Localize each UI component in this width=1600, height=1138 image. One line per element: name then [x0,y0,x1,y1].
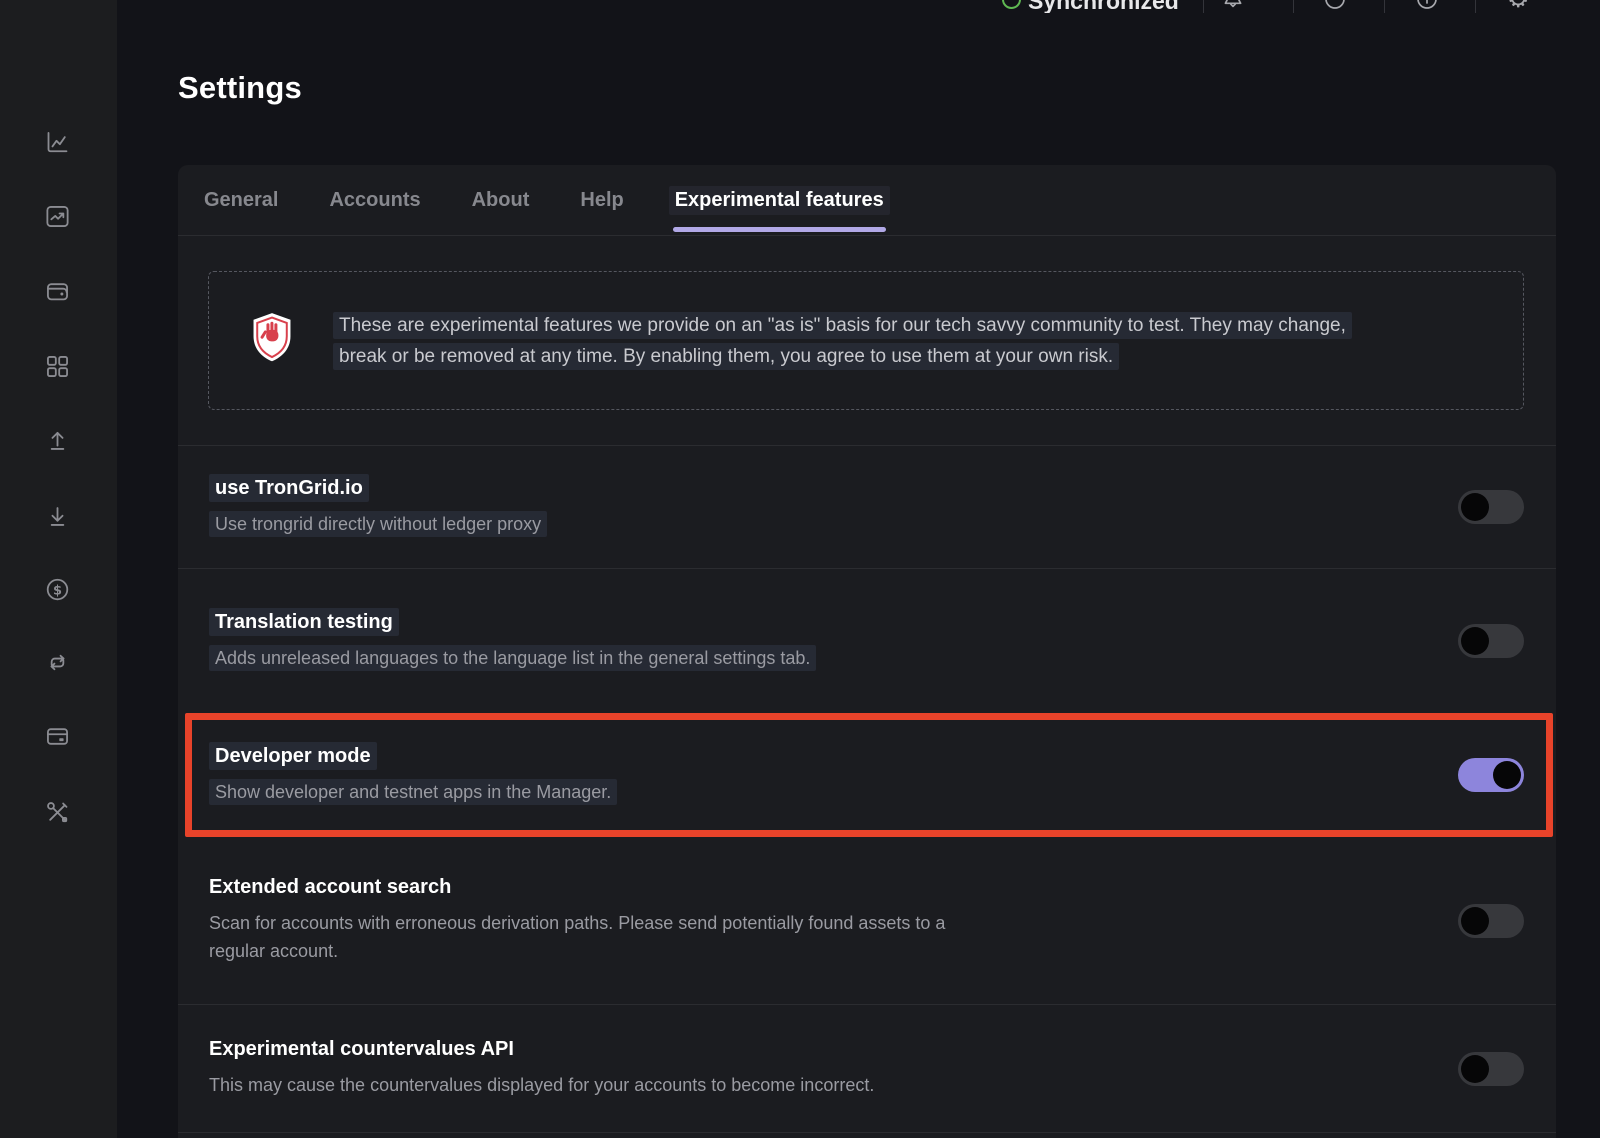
market-trend-icon[interactable] [44,203,71,230]
feature-description: This may cause the countervalues display… [209,1071,874,1099]
settings-card: General Accounts About Help Experimental… [178,165,1556,1138]
sync-status-label: Synchronized [1028,0,1179,13]
tab-experimental-features[interactable]: Experimental features [675,165,884,235]
receive-icon[interactable] [44,503,71,530]
warning-box: These are experimental features we provi… [208,271,1524,410]
topbar-divider [1203,0,1204,13]
settings-gear-icon[interactable]: ⚙ [1507,0,1531,11]
feature-title: Developer mode [209,745,617,768]
sync-check-icon [1002,0,1021,9]
tab-help[interactable]: Help [580,165,623,235]
buy-sell-dollar-icon[interactable]: $ [44,576,71,603]
developer-mode-toggle[interactable] [1458,758,1524,792]
row-text: Developer mode Show developer and testne… [209,745,617,806]
tab-general[interactable]: General [204,165,278,235]
wallet-icon[interactable] [44,278,71,305]
page-title: Settings [178,70,302,106]
feature-row-countervalues-api: Experimental countervalues API This may … [178,1004,1556,1133]
feature-row-developer-mode: Developer mode Show developer and testne… [192,720,1546,830]
sidebar: $ [0,0,117,1138]
extended-account-search-toggle[interactable] [1458,904,1524,938]
bell-icon[interactable] [1221,0,1245,11]
feature-title: Extended account search [209,876,989,899]
developer-mode-highlight-outline: Developer mode Show developer and testne… [185,713,1553,837]
feature-row-translation-testing: Translation testing Adds unreleased lang… [178,568,1556,713]
warning-text: These are experimental features we provi… [333,310,1373,372]
swap-icon[interactable] [44,649,71,676]
info-circle-icon[interactable] [1415,0,1439,11]
topbar-divider [1293,0,1294,13]
portfolio-chart-icon[interactable] [44,129,71,156]
feature-title: Translation testing [209,611,816,634]
topbar-divider [1475,0,1476,13]
toggle-knob [1493,761,1521,789]
topbar: Synchronized ⚙ [117,0,1600,13]
feature-description: Show developer and testnet apps in the M… [209,778,617,806]
main-area: Synchronized ⚙ Settings Ge [117,0,1600,1138]
row-text: Translation testing Adds unreleased lang… [209,611,816,672]
row-text: Extended account search Scan for account… [209,876,989,965]
card-icon[interactable] [44,723,71,750]
toggle-knob [1461,627,1489,655]
row-text: use TronGrid.io Use trongrid directly wi… [209,477,547,538]
tab-accounts[interactable]: Accounts [329,165,420,235]
app-window: $ Synchronized [0,0,1600,1138]
apps-grid-icon[interactable] [44,353,71,380]
feature-title: use TronGrid.io [209,477,547,500]
trongrid-toggle[interactable] [1458,490,1524,524]
settings-tabs: General Accounts About Help Experimental… [178,165,1556,236]
feature-title: Experimental countervalues API [209,1038,874,1061]
translation-testing-toggle[interactable] [1458,624,1524,658]
countervalues-api-toggle[interactable] [1458,1052,1524,1086]
toggle-knob [1461,907,1489,935]
manager-tools-icon[interactable] [44,799,71,826]
feature-row-extended-account-search: Extended account search Scan for account… [178,837,1556,1004]
send-icon[interactable] [44,427,71,454]
feature-description: Scan for accounts with erroneous derivat… [209,909,989,965]
stop-hand-shield-icon [249,311,295,370]
tab-about[interactable]: About [472,165,530,235]
feature-row-trongrid: use TronGrid.io Use trongrid directly wi… [178,445,1556,568]
toggle-knob [1461,1055,1489,1083]
svg-text:$: $ [53,583,62,598]
experimental-warning-banner: These are experimental features we provi… [178,236,1556,445]
toggle-knob [1461,493,1489,521]
feature-description: Use trongrid directly without ledger pro… [209,510,547,538]
help-circle-icon[interactable] [1323,0,1347,11]
feature-description: Adds unreleased languages to the languag… [209,644,816,672]
row-text: Experimental countervalues API This may … [209,1038,874,1099]
topbar-divider [1384,0,1385,13]
